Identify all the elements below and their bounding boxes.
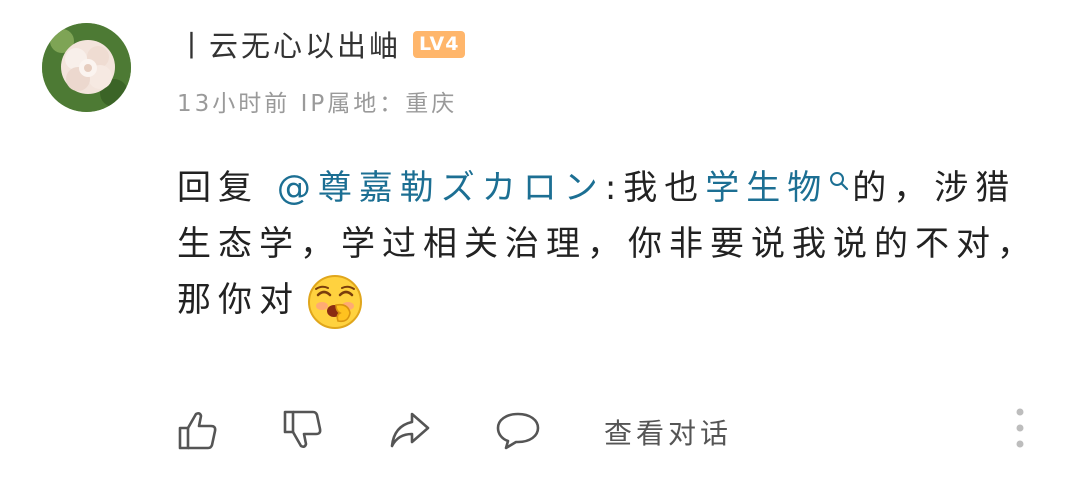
reply-prefix: 回复 (177, 168, 259, 208)
comment-content: 回复 @尊嘉勒ズカロン:我也学生物 的，涉猎生态学，学过相关治理，你非要说我说的不… (177, 160, 1047, 331)
username[interactable]: 丨云无心以出岫 (177, 23, 401, 65)
thumbs-down-icon[interactable] (279, 406, 327, 454)
comment-text-part1: :我也 (604, 168, 706, 208)
laughing-cover-mouth-emoji (308, 274, 362, 329)
view-thread-button[interactable]: 查看对话 (604, 412, 732, 452)
more-icon[interactable] (1008, 406, 1032, 450)
search-icon[interactable] (828, 170, 850, 192)
time-location: 13小时前 IP属地：重庆 (177, 91, 458, 117)
user-header: 丨云无心以出岫 LV4 (177, 23, 466, 65)
avatar[interactable] (42, 23, 131, 112)
flower-avatar-image (42, 23, 131, 112)
comment-icon[interactable] (494, 406, 542, 454)
mention-link[interactable]: @尊嘉勒ズカロン (277, 168, 605, 208)
action-bar: 查看对话 (0, 400, 1080, 460)
share-icon[interactable] (386, 406, 434, 454)
keyword-link[interactable]: 学生物 (705, 168, 828, 208)
level-badge: LV4 (413, 30, 466, 58)
thumbs-up-icon[interactable] (174, 406, 222, 454)
